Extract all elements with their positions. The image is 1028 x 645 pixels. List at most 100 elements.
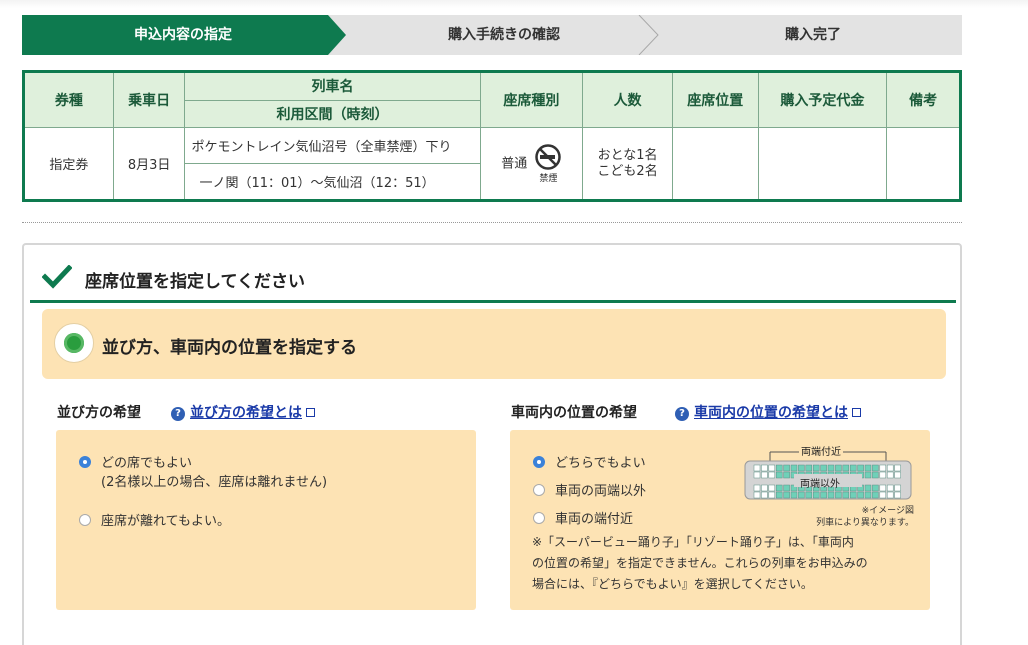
seat-square: [805, 464, 813, 472]
diagram-caption: ※イメージ図 列車により異なります。: [784, 505, 914, 529]
seat-square: [783, 471, 790, 479]
header-section: 利用区間（時刻）: [184, 99, 481, 129]
option-radio[interactable]: [54, 323, 94, 363]
radio-button[interactable]: [79, 514, 91, 526]
seat-square: [761, 464, 768, 472]
external-link-icon: [852, 408, 861, 417]
diagram-ends-label: 両端付近: [799, 443, 843, 458]
header-train-name: 列車名: [184, 71, 481, 101]
header-seat-class: 座席種別: [479, 70, 584, 129]
seat-square: [894, 484, 901, 492]
panel-header: 座席位置を指定してください: [30, 253, 956, 303]
position-help-link[interactable]: ? 車両内の位置の希望とは: [675, 402, 861, 422]
seat-square: [761, 491, 768, 499]
seat-square: [879, 484, 887, 492]
header-ticket-type: 券種: [23, 70, 114, 129]
no-smoking-label: 禁煙: [539, 173, 558, 184]
cell-seat-class: 普通 禁煙: [479, 127, 584, 201]
seat-square: [812, 491, 820, 499]
arrangement-help-link[interactable]: ? 並び方の希望とは: [171, 402, 315, 422]
seat-square: [812, 464, 820, 472]
seat-square: [768, 491, 776, 499]
seat-square: [879, 491, 887, 499]
help-icon: ?: [675, 407, 689, 421]
people-children: こども2名: [597, 163, 658, 179]
seat-square: [894, 471, 901, 479]
position-help-text: 車両内の位置の希望とは: [694, 405, 848, 421]
arrangement-help-text: 並び方の希望とは: [190, 405, 302, 421]
diagram-caption-1: ※イメージ図: [861, 506, 914, 516]
seat-square: [864, 491, 872, 499]
no-smoking-icon: 禁煙: [535, 143, 562, 184]
seat-square: [753, 491, 761, 499]
arrangement-option-note: (2名様以上の場合、座席は離れません): [101, 475, 328, 490]
help-icon: ?: [171, 407, 185, 421]
arrangement-option-any-label: どの席でもよい: [101, 456, 193, 471]
seat-class-label: 普通: [501, 156, 528, 172]
seat-square: [842, 491, 850, 499]
seat-square: [864, 464, 872, 472]
seat-square: [775, 471, 783, 479]
seat-square: [768, 464, 776, 472]
position-option-near-ends[interactable]: 車両の端付近: [533, 508, 633, 527]
position-note-3: 場合には、『どちらでもよい』を選択してください。: [532, 577, 813, 591]
checkmark-icon: [42, 265, 72, 289]
diagram-caption-2: 列車により異なります。: [816, 518, 914, 528]
seat-square: [842, 464, 850, 472]
position-option-near-ends-label: 車両の端付近: [555, 512, 634, 527]
specify-arrangement-option[interactable]: 並び方、車両内の位置を指定する: [42, 309, 946, 379]
diagram-middle-label: 両端以外: [800, 479, 840, 490]
arrangement-option-apart[interactable]: 座席が離れてもよい。: [79, 510, 230, 529]
seat-square: [798, 464, 805, 472]
seat-square: [886, 464, 894, 472]
seat-square: [768, 484, 776, 492]
radio-button[interactable]: [533, 456, 545, 468]
seat-square: [761, 484, 768, 492]
seat-square: [775, 464, 783, 472]
seat-square: [835, 491, 842, 499]
seat-square: [820, 491, 827, 499]
position-note-1: ※「スーパービュー踊り子」「リゾート踊り子」は、「車両内: [532, 535, 854, 549]
radio-button[interactable]: [533, 484, 545, 496]
seat-square: [753, 484, 761, 492]
position-option-any[interactable]: どちらでもよい: [533, 452, 646, 471]
position-option-any-label: どちらでもよい: [555, 456, 646, 471]
seat-square: [775, 484, 783, 492]
seat-square: [768, 471, 776, 479]
divider: [22, 222, 962, 223]
header-date: 乗車日: [112, 70, 186, 129]
seat-square: [753, 471, 761, 479]
option-label: 並び方、車両内の位置を指定する: [102, 338, 357, 358]
seat-square: [849, 464, 857, 472]
seat-position-panel: 座席位置を指定してください 並び方、車両内の位置を指定する 並び方の希望 ? 並び…: [22, 243, 962, 645]
seat-square: [827, 491, 835, 499]
seat-square: [872, 464, 879, 472]
cell-seat-position: [671, 127, 759, 201]
seat-square: [894, 464, 901, 472]
seat-square: [886, 471, 894, 479]
seat-square: [849, 491, 857, 499]
seat-square: [872, 471, 879, 479]
arrangement-option-any[interactable]: どの席でもよい: [79, 452, 192, 471]
seat-square: [783, 464, 790, 472]
seat-square: [798, 491, 805, 499]
seat-square: [894, 491, 901, 499]
position-option-not-ends[interactable]: 車両の両端以外: [533, 480, 646, 499]
seat-square: [783, 484, 790, 492]
header-people: 人数: [582, 70, 673, 129]
seat-square: [864, 471, 872, 479]
cell-remarks: [886, 127, 961, 201]
header-price: 購入予定代金: [757, 70, 888, 129]
radio-button[interactable]: [79, 456, 91, 468]
header-remarks: 備考: [886, 70, 961, 129]
step-3-complete: 購入完了: [785, 27, 841, 43]
seat-square: [761, 471, 768, 479]
radio-button[interactable]: [533, 512, 545, 524]
step-1-apply: 申込内容の指定: [134, 27, 232, 43]
header-seat-position: 座席位置: [671, 70, 759, 129]
seat-square: [857, 464, 864, 472]
people-adults: おとな1名: [597, 147, 658, 163]
seat-square: [753, 464, 761, 472]
position-option-not-ends-label: 車両の両端以外: [555, 484, 647, 499]
panel-title: 座席位置を指定してください: [85, 272, 305, 292]
